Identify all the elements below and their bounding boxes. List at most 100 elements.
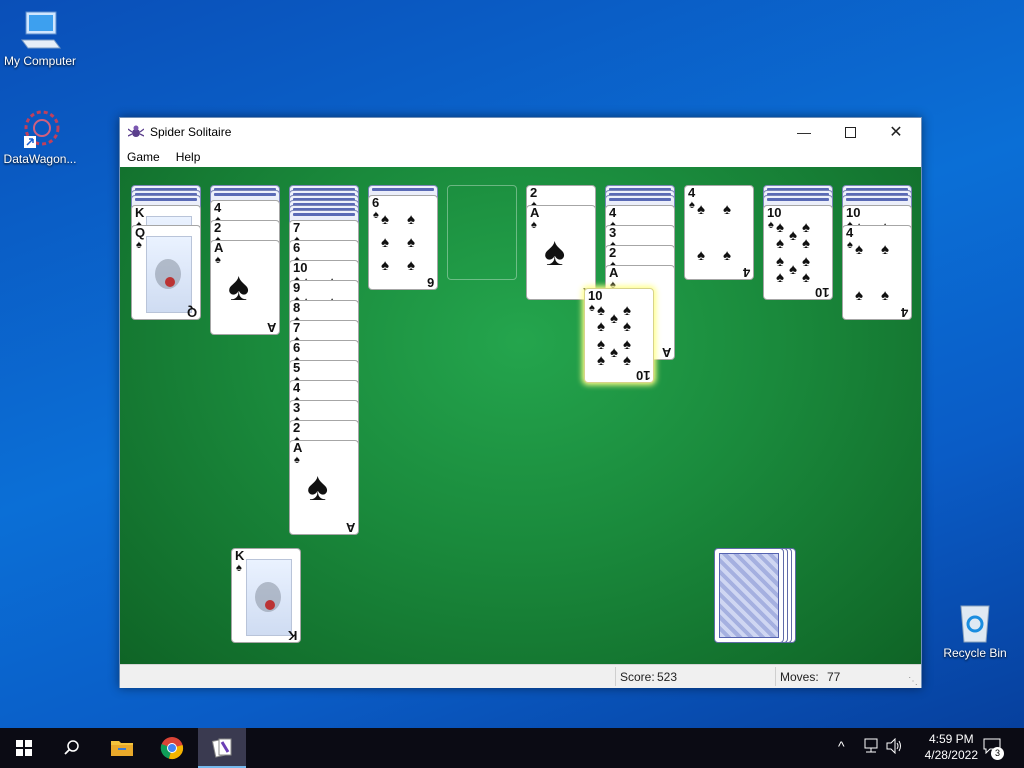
card-A-of-spades[interactable]: A♠♠A <box>210 240 280 335</box>
spade-icon: ♠ <box>294 454 300 466</box>
card-10-of-spades[interactable]: 10♠♠♠♠♠♠♠♠♠♠♠10 <box>763 205 833 300</box>
minimize-icon: — <box>797 124 811 140</box>
spade-pip-icon: ♠ <box>776 269 784 286</box>
spade-pip-icon: ♠ <box>789 227 797 244</box>
spade-pip-icon: ♠ <box>623 336 631 353</box>
stock-pile[interactable] <box>714 548 784 643</box>
card-A-of-spades[interactable]: A♠♠A <box>289 440 359 535</box>
card-rank: 4 <box>214 200 222 215</box>
recycle-bin-icon <box>953 602 997 644</box>
completed-foundation[interactable]: K ♠ K <box>231 548 301 643</box>
menu-game[interactable]: Game <box>127 150 160 164</box>
spade-icon: ♠ <box>589 302 595 314</box>
score-label: Score: <box>620 670 655 684</box>
spade-icon: ♠ <box>236 562 242 574</box>
card-rank: 10 <box>846 205 861 220</box>
system-clock[interactable]: 4:59 PM 4/28/2022 <box>925 731 978 763</box>
computer-icon <box>18 10 62 52</box>
spade-pip-icon: ♠ <box>802 235 810 252</box>
card-A-of-spades[interactable]: A♠♠A <box>526 205 596 300</box>
card-rank: 4 <box>846 225 854 240</box>
spade-pip-icon: ♠ <box>623 352 631 369</box>
clock-time: 4:59 PM <box>928 732 974 746</box>
spade-pip-icon: ♠ <box>610 310 618 327</box>
score-value: 523 <box>657 670 678 684</box>
spade-pip-icon: ♠ <box>776 253 784 270</box>
card-rank: 4 <box>688 185 696 200</box>
minimize-button[interactable]: — <box>781 118 827 146</box>
desktop-icon-recycle-bin[interactable]: Recycle Bin <box>935 602 1015 660</box>
desktop-label: DataWagon... <box>3 152 77 166</box>
card-4-of-spades[interactable]: 4♠♠♠♠♠4 <box>684 185 754 280</box>
start-button[interactable] <box>0 728 48 768</box>
close-button[interactable]: ✕ <box>873 118 919 146</box>
card-rank: 10 <box>293 260 308 275</box>
desktop-icon-my-computer[interactable]: My Computer <box>0 10 80 68</box>
chevron-up-icon[interactable]: ^ <box>838 738 845 754</box>
window-title: Spider Solitaire <box>150 125 232 139</box>
card-rank: 6 <box>293 340 301 355</box>
game-board[interactable]: K♠KQ♠Q4♠♠♠♠♠42♠♠♠2A♠♠A7♠♠♠♠♠♠♠♠76♠♠♠♠♠♠♠… <box>120 167 921 664</box>
card-rank: A <box>293 440 303 455</box>
moves-label: Moves: <box>780 670 819 684</box>
maximize-button[interactable] <box>827 118 873 146</box>
card-4-of-spades[interactable]: 4♠♠♠♠♠4 <box>842 225 912 320</box>
card-rank: 10 <box>588 288 603 303</box>
spade-icon: ♠ <box>847 239 853 251</box>
spade-pip-icon: ♠ <box>623 318 631 335</box>
card-rank: A <box>530 205 540 220</box>
desktop-icon-datawagon[interactable]: DataWagon... <box>0 108 80 166</box>
spade-pip-icon: ♠ <box>381 257 389 274</box>
spade-pip-icon: ♠ <box>597 352 605 369</box>
court-card-art <box>146 236 192 313</box>
search-button[interactable] <box>48 728 96 768</box>
spade-icon: ♠ <box>689 199 695 211</box>
search-icon <box>64 740 79 755</box>
file-explorer-icon <box>111 741 133 756</box>
spade-icon: ♠ <box>531 219 537 231</box>
card-rank: 2 <box>609 245 617 260</box>
spade-icon: ♠ <box>215 254 221 266</box>
menu-help[interactable]: Help <box>176 150 201 164</box>
card-rank: K <box>135 205 145 220</box>
card-rank: 3 <box>293 400 301 415</box>
card-rank: 5 <box>293 360 301 375</box>
card-rank: 10 <box>635 368 650 383</box>
volume-icon[interactable] <box>886 737 904 759</box>
resize-grip-icon[interactable]: ⋱ <box>908 676 918 687</box>
card-rank: 4 <box>293 380 301 395</box>
status-bar: Score: 523 Moves: 77 ⋱ <box>120 664 921 688</box>
spade-pip-icon: ♠ <box>802 269 810 286</box>
card-rank: 3 <box>609 225 617 240</box>
spade-pip-icon: ♠ <box>697 201 705 218</box>
card-rank: 8 <box>293 300 301 315</box>
spade-pip-icon: ♠ <box>789 261 797 278</box>
moves-value: 77 <box>827 670 841 684</box>
card-6-of-spades[interactable]: 6♠♠♠♠♠♠♠6 <box>368 195 438 290</box>
spade-pip-icon: ♠ <box>855 287 863 304</box>
title-bar[interactable]: Spider Solitaire — ✕ <box>120 118 921 146</box>
dragged-card[interactable]: 10 ♠ ♠ ♠ ♠ ♠ ♠ ♠ ♠ ♠ ♠ ♠ 10 <box>584 288 654 383</box>
spider-solitaire-taskbar-button[interactable] <box>198 728 246 768</box>
card-rank: A <box>345 520 355 535</box>
card-rank: 10 <box>767 205 782 220</box>
card-rank: 6 <box>372 195 380 210</box>
card-rank: 9 <box>293 280 301 295</box>
empty-column-slot[interactable] <box>447 185 517 280</box>
spider-solitaire-icon <box>211 738 232 758</box>
card-rank: 10 <box>814 285 829 300</box>
file-explorer-button[interactable] <box>98 728 146 768</box>
clock-date: 4/28/2022 <box>924 748 978 762</box>
spade-pip-icon: ♠ <box>881 287 889 304</box>
card-Q-of-spades[interactable]: Q ♠ Q <box>131 225 201 320</box>
card-rank: 4 <box>900 305 908 320</box>
network-icon[interactable] <box>862 738 880 759</box>
notifications-button[interactable]: 3 <box>983 738 1004 760</box>
card-rank: K <box>287 628 297 643</box>
card-rank: Q <box>186 305 197 320</box>
spade-pip-icon: ♠ <box>881 241 889 258</box>
spade-pip-icon: ♠ <box>381 234 389 251</box>
spade-pip-icon: ♠ <box>697 247 705 264</box>
chrome-button[interactable] <box>148 728 196 768</box>
spade-pip-icon: ♠ <box>381 211 389 228</box>
